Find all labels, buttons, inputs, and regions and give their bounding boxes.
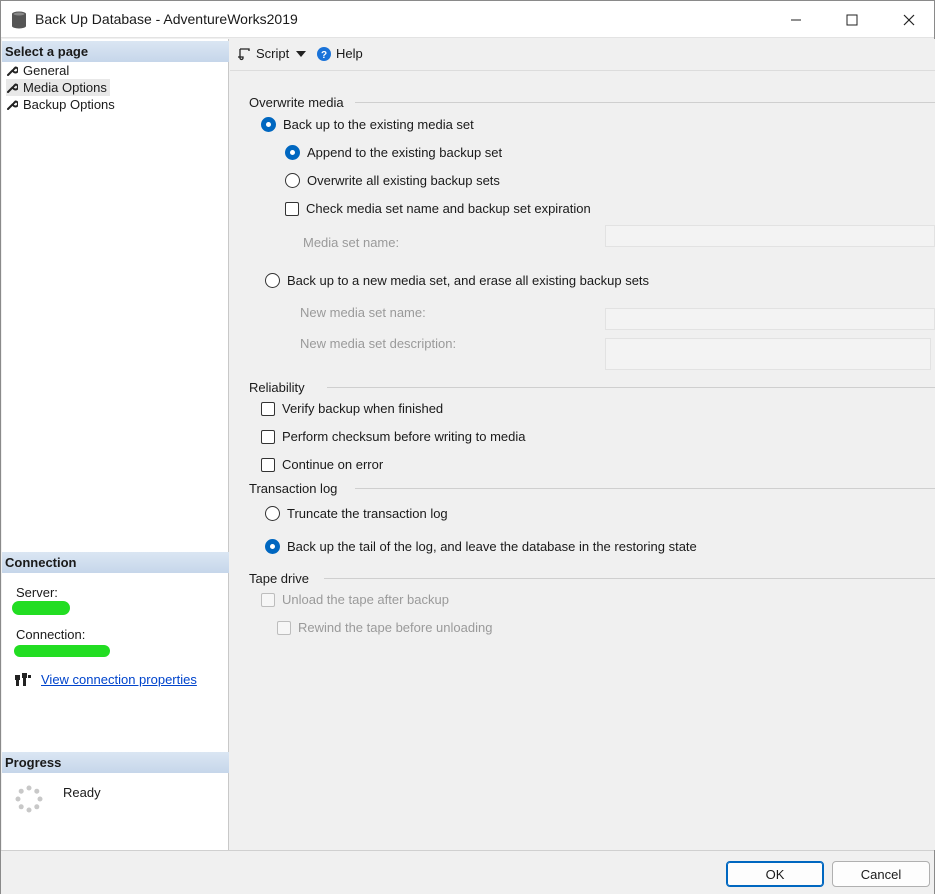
continue-on-error-label: Continue on error bbox=[282, 457, 384, 472]
append-backup-set-radio[interactable]: Append to the existing backup set bbox=[285, 145, 502, 160]
help-button[interactable]: ? Help bbox=[317, 46, 363, 61]
database-icon bbox=[11, 11, 27, 29]
tape-drive-title: Tape drive bbox=[249, 571, 309, 586]
dropdown-arrow-icon bbox=[296, 50, 307, 57]
unload-tape-checkbox[interactable]: Unload the tape after backup bbox=[261, 592, 449, 607]
connection-properties-row: View connection properties bbox=[14, 671, 197, 687]
right-pane: Script ? Help Overwrite media Back up to… bbox=[230, 39, 935, 850]
sidebar-item-backup-options[interactable]: Backup Options bbox=[6, 96, 118, 113]
wrench-icon bbox=[7, 82, 18, 93]
connection-label: Connection: bbox=[16, 627, 86, 642]
dialog-button-bar: OK Cancel bbox=[1, 850, 934, 894]
ok-button[interactable]: OK bbox=[726, 861, 824, 887]
sidebar-item-label: General bbox=[23, 63, 70, 78]
overwrite-all-radio[interactable]: Overwrite all existing backup sets bbox=[285, 173, 500, 188]
check-media-set-label: Check media set name and backup set expi… bbox=[306, 201, 591, 216]
transaction-log-title: Transaction log bbox=[249, 481, 338, 496]
new-media-set-name-label: New media set name: bbox=[300, 305, 426, 320]
checkbox-indicator bbox=[261, 457, 275, 472]
close-button[interactable] bbox=[880, 1, 935, 38]
truncate-log-radio[interactable]: Truncate the transaction log bbox=[265, 506, 448, 521]
minimize-icon bbox=[791, 19, 801, 20]
new-media-set-label: Back up to a new media set, and erase al… bbox=[287, 273, 650, 288]
maximize-button[interactable] bbox=[823, 1, 881, 38]
continue-on-error-checkbox[interactable]: Continue on error bbox=[261, 457, 383, 472]
rewind-tape-label: Rewind the tape before unloading bbox=[298, 620, 493, 635]
left-pane: Select a page General Media Options Back… bbox=[2, 39, 229, 850]
checkbox-indicator bbox=[285, 201, 299, 216]
help-label: Help bbox=[336, 46, 363, 61]
window-title: Back Up Database - AdventureWorks2019 bbox=[35, 11, 298, 27]
radio-indicator bbox=[285, 145, 300, 160]
overwrite-media-title: Overwrite media bbox=[249, 95, 344, 110]
server-value-redacted bbox=[12, 601, 70, 615]
media-set-name-input[interactable] bbox=[605, 225, 935, 247]
sidebar-item-general[interactable]: General bbox=[6, 62, 72, 79]
check-media-set-checkbox[interactable]: Check media set name and backup set expi… bbox=[285, 201, 591, 216]
existing-media-set-label: Back up to the existing media set bbox=[283, 117, 474, 132]
append-backup-set-label: Append to the existing backup set bbox=[307, 145, 503, 160]
tail-log-radio[interactable]: Back up the tail of the log, and leave t… bbox=[265, 539, 697, 554]
verify-backup-checkbox[interactable]: Verify backup when finished bbox=[261, 401, 443, 416]
select-page-header: Select a page bbox=[2, 41, 229, 62]
script-label: Script bbox=[256, 46, 290, 61]
overwrite-media-divider bbox=[355, 102, 935, 103]
progress-header: Progress bbox=[2, 752, 229, 773]
connection-properties-icon bbox=[15, 673, 31, 686]
radio-indicator bbox=[261, 117, 276, 132]
wrench-icon bbox=[7, 65, 18, 76]
reliability-title: Reliability bbox=[249, 380, 305, 395]
new-media-set-radio[interactable]: Back up to a new media set, and erase al… bbox=[265, 273, 649, 288]
help-icon: ? bbox=[317, 46, 331, 61]
checksum-label: Perform checksum before writing to media bbox=[282, 429, 526, 444]
progress-status: Ready bbox=[63, 785, 101, 800]
script-icon bbox=[238, 47, 250, 60]
connection-value-redacted bbox=[14, 645, 110, 657]
connection-header: Connection bbox=[2, 552, 229, 573]
unload-tape-label: Unload the tape after backup bbox=[282, 592, 449, 607]
sidebar-item-label: Backup Options bbox=[23, 97, 115, 112]
minimize-button[interactable] bbox=[767, 1, 825, 38]
radio-indicator bbox=[285, 173, 300, 188]
reliability-divider bbox=[327, 387, 935, 388]
checkbox-indicator bbox=[261, 429, 275, 444]
server-label: Server: bbox=[16, 585, 58, 600]
rewind-tape-checkbox[interactable]: Rewind the tape before unloading bbox=[277, 620, 492, 635]
existing-media-set-radio[interactable]: Back up to the existing media set bbox=[261, 117, 474, 132]
media-set-name-label: Media set name: bbox=[303, 235, 400, 250]
wrench-icon bbox=[7, 99, 18, 110]
checkbox-indicator bbox=[261, 401, 275, 416]
script-button[interactable]: Script bbox=[237, 46, 307, 61]
verify-backup-label: Verify backup when finished bbox=[282, 401, 444, 416]
checkbox-indicator bbox=[261, 592, 275, 607]
new-media-set-description-input[interactable] bbox=[605, 338, 931, 370]
close-icon bbox=[903, 14, 915, 25]
tape-drive-divider bbox=[324, 578, 935, 579]
backup-database-window: Back Up Database - AdventureWorks2019 Se… bbox=[0, 0, 935, 894]
new-media-set-description-label: New media set description: bbox=[300, 336, 457, 351]
sidebar-item-media-options[interactable]: Media Options bbox=[6, 79, 110, 96]
radio-indicator bbox=[265, 506, 280, 521]
toolbar: Script ? Help bbox=[230, 39, 935, 71]
radio-indicator bbox=[265, 539, 280, 554]
radio-indicator bbox=[265, 273, 280, 288]
view-connection-properties-link[interactable]: View connection properties bbox=[41, 672, 197, 687]
title-bar: Back Up Database - AdventureWorks2019 bbox=[1, 1, 934, 38]
transaction-log-divider bbox=[355, 488, 935, 489]
sidebar-item-label: Media Options bbox=[23, 80, 107, 95]
checksum-checkbox[interactable]: Perform checksum before writing to media bbox=[261, 429, 525, 444]
new-media-set-name-input[interactable] bbox=[605, 308, 935, 330]
checkbox-indicator bbox=[277, 620, 291, 635]
tail-log-label: Back up the tail of the log, and leave t… bbox=[287, 539, 697, 554]
overwrite-all-label: Overwrite all existing backup sets bbox=[307, 173, 500, 188]
svg-text:?: ? bbox=[321, 50, 327, 61]
cancel-button[interactable]: Cancel bbox=[832, 861, 930, 887]
maximize-icon bbox=[846, 14, 858, 25]
progress-spinner-icon bbox=[14, 784, 44, 817]
truncate-log-label: Truncate the transaction log bbox=[287, 506, 448, 521]
